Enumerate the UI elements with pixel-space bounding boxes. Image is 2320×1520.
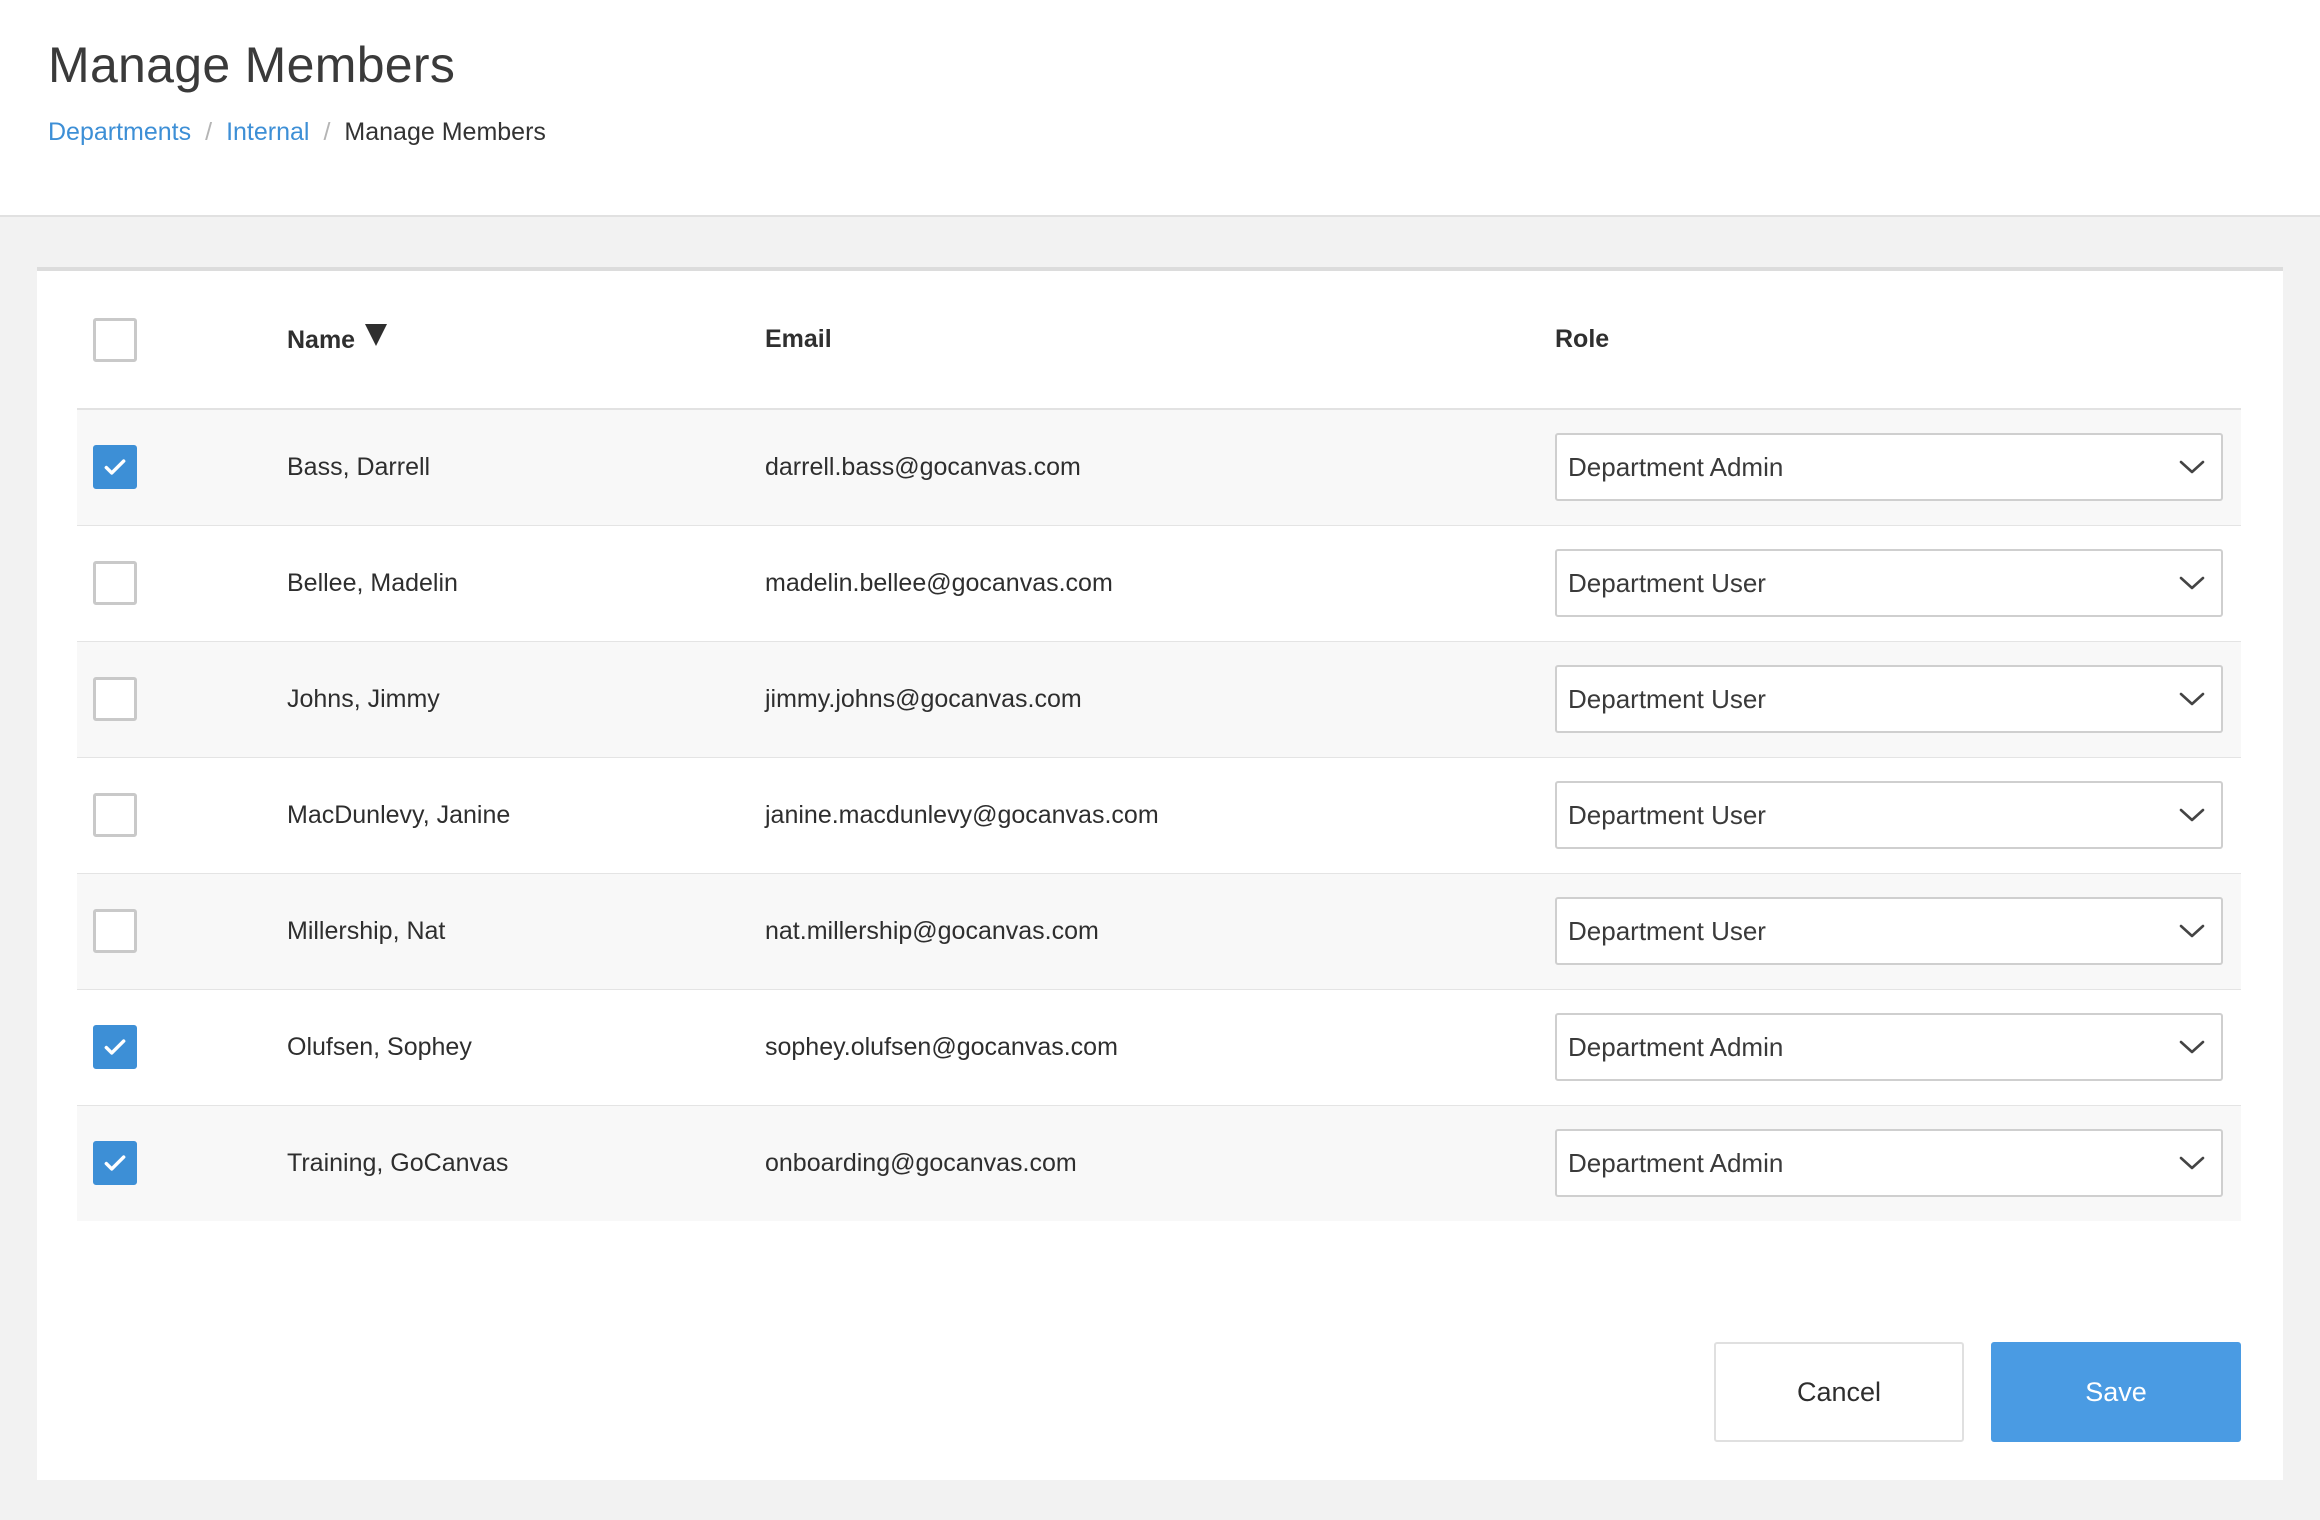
role-select-value: Department Admin <box>1568 451 1784 482</box>
row-checkbox-cell <box>77 409 287 526</box>
checkmark-icon <box>104 459 126 475</box>
chevron-down-icon <box>2179 460 2205 474</box>
row-checkbox-cell <box>77 641 287 758</box>
role-cell: Department User <box>1555 641 2241 758</box>
table-row: Bellee, Madelin madelin.bellee@gocanvas.… <box>77 525 2241 642</box>
role-select[interactable]: Department Admin <box>1555 433 2223 502</box>
member-name: Johns, Jimmy <box>287 641 765 758</box>
breadcrumb-current: Manage Members <box>344 118 546 146</box>
save-button[interactable]: Save <box>1991 1342 2241 1442</box>
member-email: nat.millership@gocanvas.com <box>765 873 1555 990</box>
role-select-value: Department User <box>1568 567 1766 598</box>
checkmark-icon <box>104 1155 126 1171</box>
row-checkbox-cell <box>77 989 287 1106</box>
member-email: onboarding@gocanvas.com <box>765 1105 1555 1221</box>
cancel-button[interactable]: Cancel <box>1714 1342 1964 1442</box>
page-title: Manage Members <box>48 37 456 93</box>
row-checkbox[interactable] <box>93 445 137 490</box>
member-email: janine.macdunlevy@gocanvas.com <box>765 757 1555 874</box>
member-name: Olufsen, Sophey <box>287 989 765 1106</box>
breadcrumb-link-departments[interactable]: Departments <box>48 118 191 147</box>
member-name: Millership, Nat <box>287 873 765 990</box>
row-checkbox[interactable] <box>93 909 137 953</box>
row-checkbox[interactable] <box>93 1141 137 1186</box>
role-select[interactable]: Department User <box>1555 897 2223 965</box>
table-row: Bass, Darrell darrell.bass@gocanvas.com … <box>77 409 2241 526</box>
table-row: Millership, Nat nat.millership@gocanvas.… <box>77 873 2241 990</box>
role-select-value: Department User <box>1568 915 1766 946</box>
column-header-name[interactable]: Name <box>287 271 765 410</box>
row-checkbox[interactable] <box>93 793 137 837</box>
select-all-checkbox[interactable] <box>93 317 137 362</box>
role-select-value: Department Admin <box>1568 1031 1784 1062</box>
breadcrumb: Departments / Internal / Manage Members <box>48 118 546 147</box>
table-row: Training, GoCanvas onboarding@gocanvas.c… <box>77 1105 2241 1221</box>
row-checkbox[interactable] <box>93 677 137 721</box>
role-cell: Department Admin <box>1555 409 2241 526</box>
table-row: MacDunlevy, Janine janine.macdunlevy@goc… <box>77 757 2241 874</box>
select-all-cell <box>77 271 287 410</box>
row-checkbox-cell <box>77 757 287 874</box>
role-cell: Department User <box>1555 757 2241 874</box>
role-select[interactable]: Department User <box>1555 665 2223 733</box>
role-select-value: Department Admin <box>1568 1147 1784 1178</box>
row-checkbox-cell <box>77 1105 287 1221</box>
page-header: Manage Members Departments / Internal / … <box>0 0 2320 217</box>
member-name: Training, GoCanvas <box>287 1105 765 1221</box>
chevron-down-icon <box>2179 1156 2205 1170</box>
row-checkbox-cell <box>77 873 287 990</box>
member-name: MacDunlevy, Janine <box>287 757 765 874</box>
role-select[interactable]: Department Admin <box>1555 1129 2223 1198</box>
member-name: Bellee, Madelin <box>287 525 765 642</box>
table-row: Olufsen, Sophey sophey.olufsen@gocanvas.… <box>77 989 2241 1106</box>
breadcrumb-separator: / <box>323 118 331 146</box>
chevron-down-icon <box>2179 808 2205 822</box>
role-cell: Department User <box>1555 525 2241 642</box>
column-header-role: Role <box>1555 271 2241 410</box>
members-table-body: Bass, Darrell darrell.bass@gocanvas.com … <box>77 409 2241 1221</box>
sort-descending-icon <box>365 324 388 346</box>
members-card: Name Email Role Bass, Darrell darrell.ba… <box>37 267 2283 1480</box>
row-checkbox-cell <box>77 525 287 642</box>
members-table: Name Email Role Bass, Darrell darrell.ba… <box>77 271 2241 1221</box>
breadcrumb-separator: / <box>205 118 213 146</box>
chevron-down-icon <box>2179 576 2205 590</box>
member-email: darrell.bass@gocanvas.com <box>765 409 1555 526</box>
role-select-value: Department User <box>1568 683 1766 714</box>
table-row: Johns, Jimmy jimmy.johns@gocanvas.com De… <box>77 641 2241 758</box>
column-header-name-label: Name <box>287 326 356 354</box>
member-email: madelin.bellee@gocanvas.com <box>765 525 1555 642</box>
role-select[interactable]: Department Admin <box>1555 1013 2223 1081</box>
member-email: sophey.olufsen@gocanvas.com <box>765 989 1555 1106</box>
member-name: Bass, Darrell <box>287 409 765 526</box>
role-cell: Department User <box>1555 873 2241 990</box>
row-checkbox[interactable] <box>93 1025 137 1069</box>
role-cell: Department Admin <box>1555 989 2241 1106</box>
column-header-email: Email <box>765 271 1555 410</box>
breadcrumb-link-internal[interactable]: Internal <box>226 118 309 147</box>
chevron-down-icon <box>2179 692 2205 706</box>
role-select[interactable]: Department User <box>1555 549 2223 617</box>
role-cell: Department Admin <box>1555 1105 2241 1221</box>
chevron-down-icon <box>2179 1040 2205 1054</box>
role-select-value: Department User <box>1568 799 1766 830</box>
row-checkbox[interactable] <box>93 561 137 605</box>
checkmark-icon <box>104 1039 126 1055</box>
chevron-down-icon <box>2179 924 2205 938</box>
table-header-row: Name Email Role <box>77 271 2241 410</box>
role-select[interactable]: Department User <box>1555 781 2223 849</box>
member-email: jimmy.johns@gocanvas.com <box>765 641 1555 758</box>
